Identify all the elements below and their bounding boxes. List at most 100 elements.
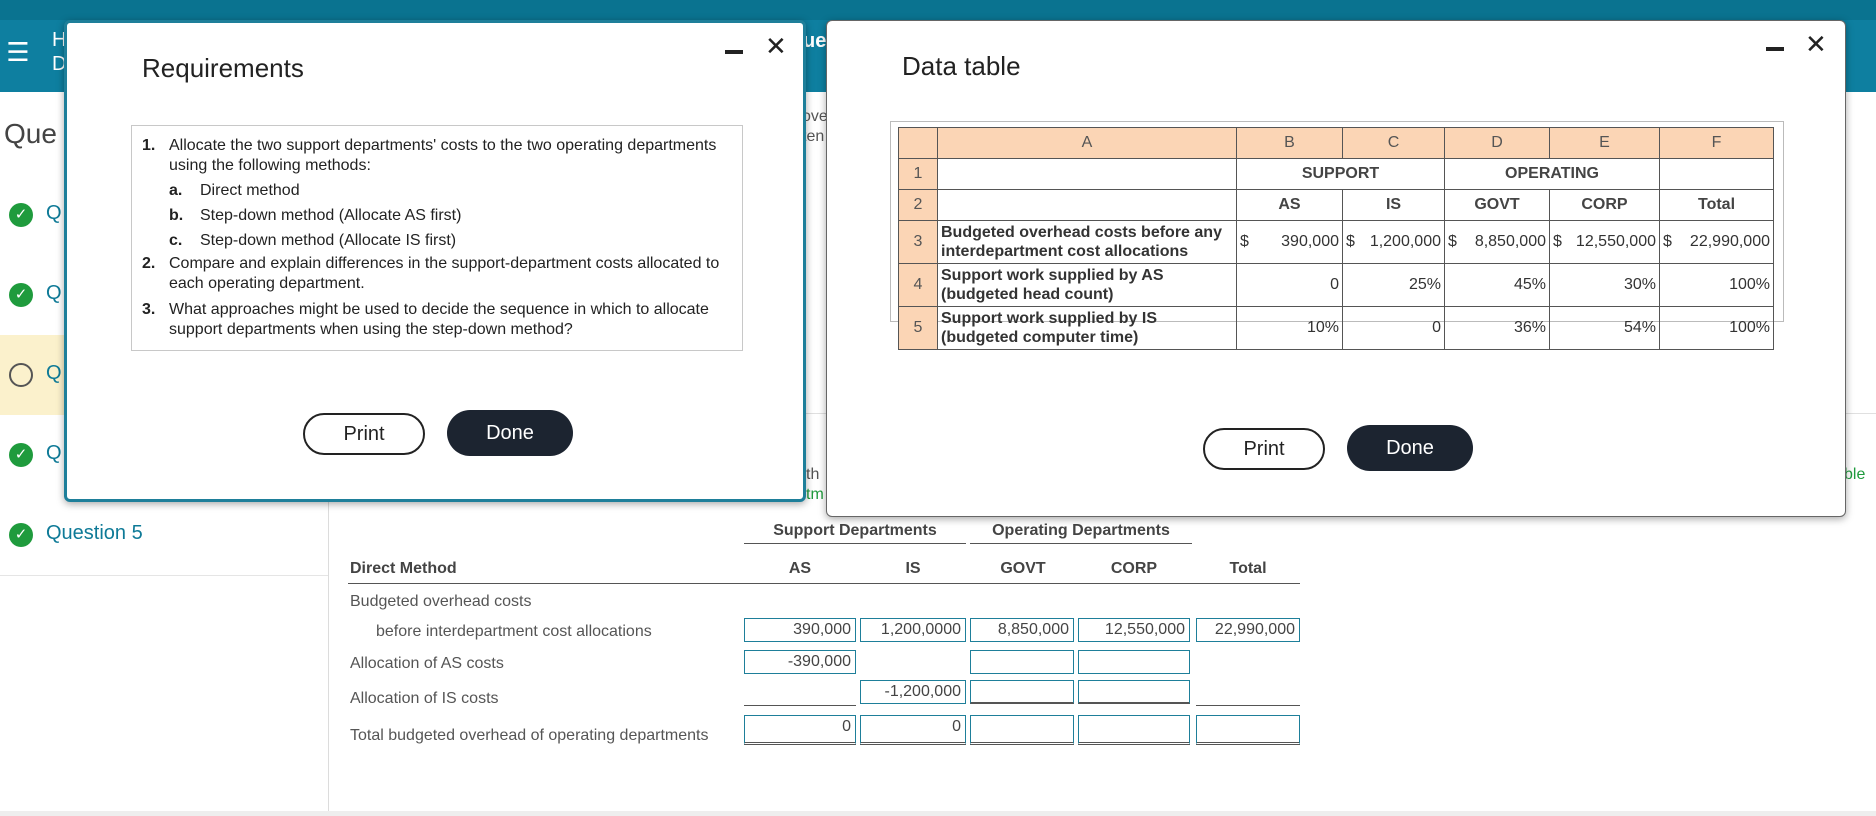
item-letter: c. — [169, 232, 183, 249]
row-label-line: (budgeted head count) — [941, 286, 1114, 303]
done-button[interactable]: Done — [447, 410, 573, 456]
cell-value: 390,000 — [1281, 233, 1339, 250]
row-label: Support work supplied by IS (budgeted com… — [937, 306, 1237, 350]
link-fragment[interactable]: ble — [1844, 466, 1865, 484]
hamburger-icon[interactable]: ☰ — [6, 38, 30, 66]
print-button[interactable]: Print — [1203, 428, 1325, 470]
data-table-modal: Data table ✕ A B C D E F 1 SUPPORT OPERA… — [826, 20, 1846, 517]
table-cell: $390,000 — [1236, 220, 1343, 264]
data-table-frame: A B C D E F 1 SUPPORT OPERATING 2 AS IS … — [890, 121, 1784, 350]
question-item-5[interactable]: ✓ Question 5 — [0, 495, 328, 575]
row-label: Budgeted overhead costs before any interd… — [937, 220, 1237, 264]
row-number: 1 — [898, 158, 938, 190]
cell-value: 36% — [1444, 306, 1550, 350]
header-text-fragment: ue — [803, 30, 827, 52]
input-before-corp[interactable]: 12,550,000 — [1078, 618, 1190, 642]
row-label-budgeted: Budgeted overhead costs — [350, 593, 532, 610]
row-label-before: before interdepartment cost allocations — [376, 623, 652, 640]
requirements-modal: Requirements ✕ 1. Allocate the two suppo… — [64, 20, 806, 502]
cell-value: 30% — [1549, 263, 1660, 307]
print-button[interactable]: Print — [303, 413, 425, 455]
data-table: A B C D E F 1 SUPPORT OPERATING 2 AS IS … — [898, 127, 1774, 350]
list-item-text: each operating department. — [169, 275, 365, 292]
column-header: Total — [1659, 189, 1774, 221]
question-label: Q — [46, 442, 62, 464]
check-circle-icon: ✓ — [9, 283, 33, 307]
question-label: Question 5 — [46, 522, 143, 544]
support-departments-header: Support Departments — [773, 522, 937, 539]
cell-value: 22,990,000 — [1689, 233, 1770, 250]
row-label-line: Budgeted overhead costs before any — [941, 224, 1222, 241]
table-cell — [937, 158, 1237, 190]
column-header: IS — [1342, 189, 1445, 221]
list-item-text: What approaches might be used to decide … — [169, 301, 709, 318]
header-rule — [970, 543, 1192, 544]
support-group-header: SUPPORT — [1236, 158, 1445, 190]
input-total-corp[interactable] — [1078, 715, 1190, 745]
row-label-line: interdepartment cost allocations — [941, 243, 1189, 260]
check-circle-icon: ✓ — [9, 523, 33, 547]
row-number: 3 — [898, 220, 938, 264]
column-header: AS — [1236, 189, 1343, 221]
row-label-line: Support work supplied by IS — [941, 310, 1158, 327]
input-before-as[interactable]: 390,000 — [744, 618, 856, 642]
input-before-govt[interactable]: 8,850,000 — [970, 618, 1074, 642]
column-letter-row: A B C D E F — [898, 127, 1774, 159]
list-item-text: support departments when using the step-… — [169, 321, 573, 338]
table-cell: $1,200,000 — [1342, 220, 1445, 264]
dollar-sign: $ — [1448, 233, 1457, 250]
dollar-sign: $ — [1240, 233, 1249, 250]
cell-value: 0 — [1236, 263, 1343, 307]
table-row: 4 Support work supplied by AS (budgeted h… — [898, 263, 1774, 307]
table-cell: $8,850,000 — [1444, 220, 1550, 264]
dollar-sign: $ — [1553, 233, 1562, 250]
input-before-is[interactable]: 1,200,0000 — [860, 618, 966, 642]
minimize-icon[interactable] — [725, 50, 743, 54]
blank-line — [744, 705, 856, 706]
item-letter: a. — [169, 182, 183, 199]
column-header-rule — [348, 583, 1300, 584]
row-number: 5 — [898, 306, 938, 350]
input-before-total[interactable]: 22,990,000 — [1196, 618, 1300, 642]
bottom-edge — [0, 811, 1876, 816]
dollar-sign: $ — [1346, 233, 1355, 250]
column-letter: E — [1549, 127, 1660, 159]
input-alloc-is-govt[interactable] — [970, 680, 1074, 704]
list-item-text: Allocate the two support departments' co… — [169, 137, 717, 154]
item-number: 2. — [142, 255, 156, 272]
link-fragment[interactable]: tm — [806, 486, 824, 504]
minimize-icon[interactable] — [1766, 47, 1784, 51]
row-label: Support work supplied by AS (budgeted hea… — [937, 263, 1237, 307]
input-total-is[interactable]: 0 — [860, 715, 966, 745]
input-alloc-as-as[interactable]: -390,000 — [744, 650, 856, 674]
input-alloc-as-corp[interactable] — [1078, 650, 1190, 674]
table-cell: $12,550,000 — [1549, 220, 1660, 264]
operating-group-header: OPERATING — [1444, 158, 1660, 190]
input-alloc-as-govt[interactable] — [970, 650, 1074, 674]
column-header-corp: CORP — [1110, 560, 1158, 577]
header-rule — [744, 543, 966, 544]
list-item-text: Compare and explain differences in the s… — [169, 255, 720, 272]
cell-value: 12,550,000 — [1575, 233, 1656, 250]
input-total-total[interactable] — [1196, 715, 1300, 745]
table-cell: $22,990,000 — [1659, 220, 1774, 264]
input-alloc-is-corp[interactable] — [1078, 680, 1190, 704]
done-button[interactable]: Done — [1347, 425, 1473, 471]
empty-circle-icon — [9, 363, 33, 387]
input-alloc-is-is[interactable]: -1,200,000 — [860, 680, 966, 704]
close-icon[interactable]: ✕ — [1805, 31, 1827, 57]
row-label-line: (budgeted computer time) — [941, 329, 1139, 346]
close-icon[interactable]: ✕ — [765, 33, 787, 59]
column-letter: F — [1659, 127, 1774, 159]
cell-value: 100% — [1659, 306, 1774, 350]
column-letter: A — [937, 127, 1237, 159]
corner-cell — [898, 127, 938, 159]
table-row: 3 Budgeted overhead costs before any inte… — [898, 220, 1774, 264]
blank-line — [1196, 705, 1300, 706]
column-header-is: IS — [905, 560, 921, 577]
text-fragment: th — [806, 466, 820, 483]
input-total-govt[interactable] — [970, 715, 1074, 745]
input-total-as[interactable]: 0 — [744, 715, 856, 745]
table-cell — [937, 189, 1237, 221]
table-row: 1 SUPPORT OPERATING — [898, 158, 1774, 190]
